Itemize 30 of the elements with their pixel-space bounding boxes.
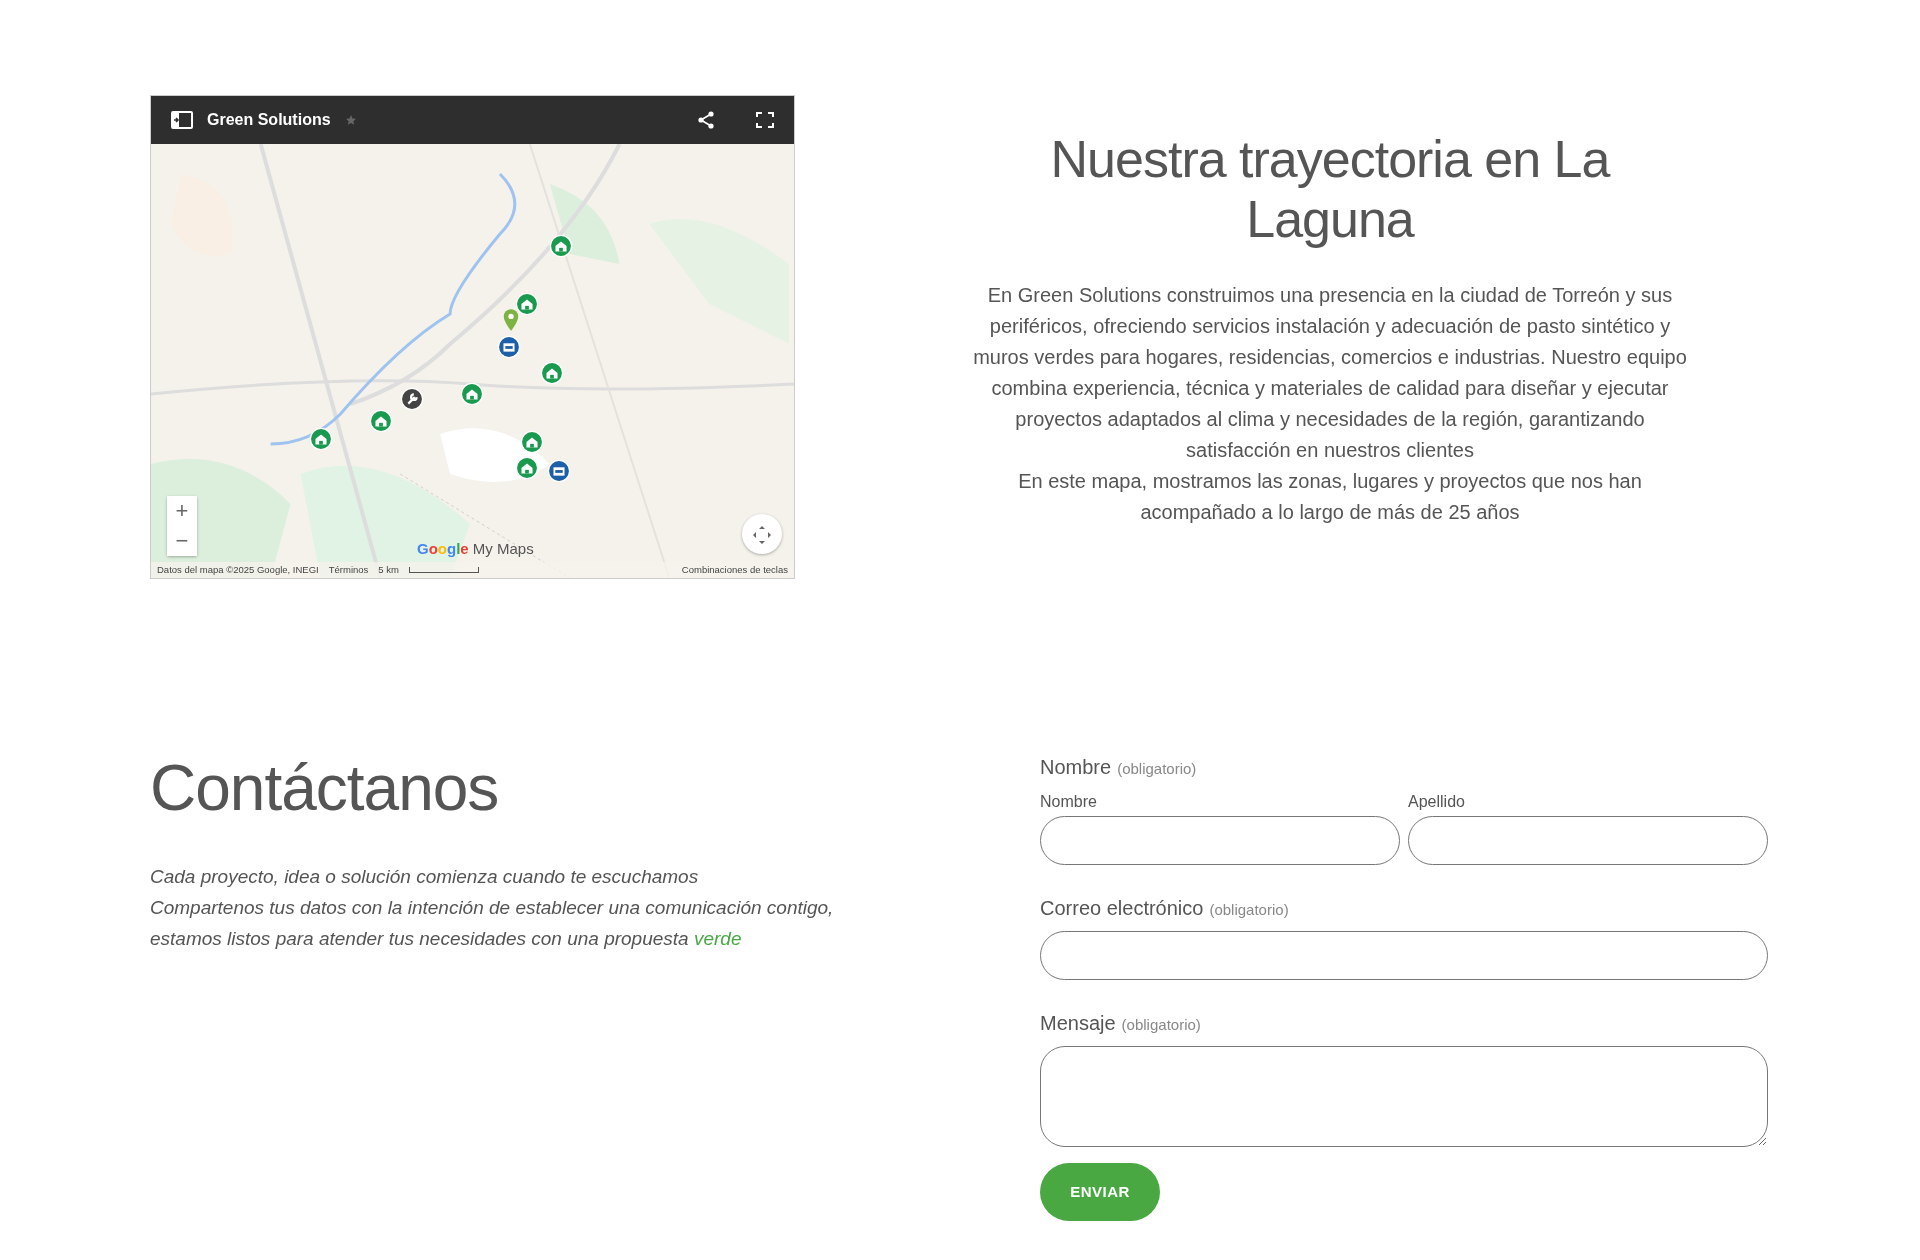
input-field[interactable]	[1040, 931, 1768, 980]
google-my-maps-logo: Google My Maps	[417, 538, 534, 559]
intro-text: Compartenos tus datos con la intención de establecer una comunicación contigo,	[150, 895, 835, 920]
intro-text: Cada proyecto, idea o solución comienza cuando te escuchamos	[150, 864, 700, 889]
field-label: Nombre (obligatorio)	[1040, 755, 1198, 780]
message-field[interactable]	[1040, 1046, 1768, 1147]
zoom-out-button[interactable]: −	[167, 526, 197, 556]
about-paragraph: En este mapa, mostramos las zonas, lugares y proyectos que nos han acompañado a lo largo de más de 25 años	[1017, 468, 1643, 525]
section-heading: Nuestra trayectoria en La Laguna	[1049, 130, 1612, 250]
contact-heading: Contáctanos	[150, 751, 500, 826]
intro-text: estamos listos para atender tus necesidades con una propuesta verde	[150, 926, 743, 951]
field-label: Correo electrónico (obligatorio)	[1040, 896, 1290, 921]
terms-link[interactable]: Términos	[328, 562, 369, 578]
scale-label: 5 km	[378, 562, 399, 577]
map-attribution: Datos del mapa ©2025 Google, INEGI	[157, 562, 319, 577]
share-icon[interactable]	[698, 111, 714, 129]
map-title: Green Solutions	[207, 110, 331, 130]
keyboard-shortcuts-link[interactable]: Combinaciones de teclas	[681, 562, 788, 578]
about-paragraph: En Green Solutions construimos una presencia en la ciudad de Torreón y sus periféricos, ofreciendo servicios instalación y adecuación de pasto sintético y muros verdes para hogares, residencias, comercios e industrias. Nuestro equipo combina experiencia, técnica y materiales de calidad para diseñar y ejecutar proyectos adaptados al clima y necesidades de la región, garantizando satisfacción en nuestros clientes	[972, 282, 1688, 463]
scale-bar	[408, 567, 479, 573]
field-label: Mensaje (obligatorio)	[1040, 1011, 1202, 1036]
house-pin-icon[interactable]	[549, 234, 573, 258]
star-icon[interactable]	[344, 114, 357, 126]
field-label: Apellido	[1408, 792, 1466, 812]
zoom-in-button[interactable]: +	[167, 496, 197, 526]
sidebar-toggle-icon[interactable]	[171, 111, 193, 129]
field-label: Nombre	[1040, 792, 1098, 812]
input-field[interactable]	[1408, 816, 1768, 865]
fullscreen-icon[interactable]	[756, 112, 774, 128]
input-field[interactable]	[1040, 816, 1400, 865]
